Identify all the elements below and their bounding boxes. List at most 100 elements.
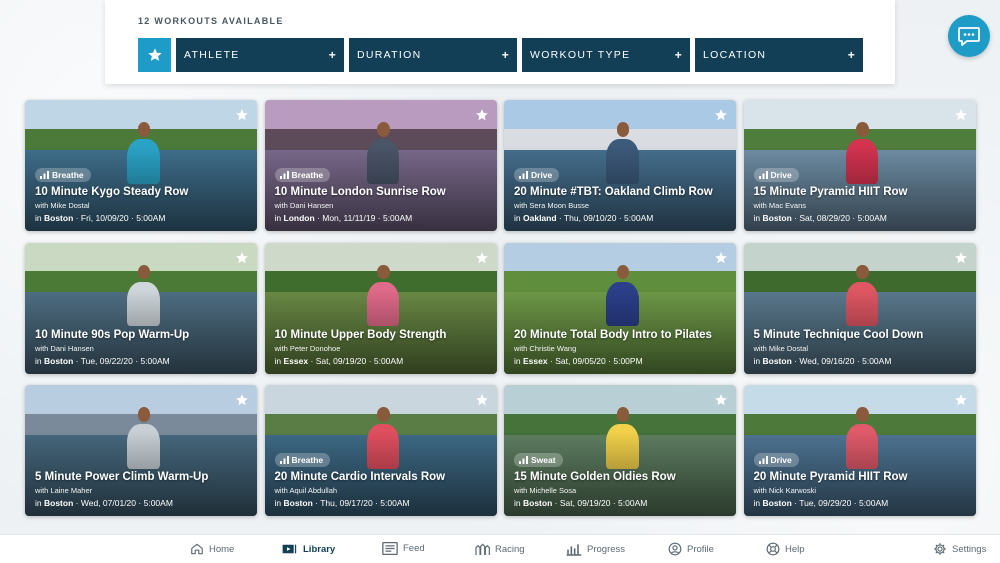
favorite-star-icon[interactable] xyxy=(475,251,489,265)
favorite-star-icon[interactable] xyxy=(714,393,728,407)
favorite-star-icon[interactable] xyxy=(714,251,728,265)
nav-help[interactable]: Help xyxy=(766,542,805,556)
favorite-star-icon[interactable] xyxy=(954,393,968,407)
nav-racing[interactable]: Racing xyxy=(474,542,525,556)
badge-label: Breathe xyxy=(52,170,84,180)
workout-type-badge: Breathe xyxy=(274,453,331,467)
workout-meta: in Boston · Wed, 09/16/20 · 5:00AM xyxy=(754,356,968,366)
workout-card[interactable]: Drive 20 Minute #TBT: Oakland Climb Row … xyxy=(504,100,736,231)
favorites-filter-button[interactable] xyxy=(138,38,171,72)
favorite-star-icon[interactable] xyxy=(954,251,968,265)
meta-separator: · xyxy=(612,498,616,508)
workout-title: 20 Minute Cardio Intervals Row xyxy=(274,471,446,483)
meta-separator: · xyxy=(75,213,79,223)
workout-meta: in Boston · Fri, 10/09/20 · 5:00AM xyxy=(35,213,249,223)
meta-prefix: in xyxy=(514,213,521,223)
workout-meta: in Essex · Sat, 09/05/20 · 5:00PM xyxy=(514,356,728,366)
badge-label: Breathe xyxy=(291,170,324,180)
favorite-star-icon[interactable] xyxy=(235,108,249,122)
favorite-star-icon[interactable] xyxy=(235,393,249,407)
workout-info: Sweat 15 Minute Golden Oldies Row with M… xyxy=(514,451,728,508)
filter-label: LOCATION xyxy=(703,49,767,61)
meta-separator: · xyxy=(75,498,79,508)
workout-card[interactable]: Drive 15 Minute Pyramid HIIT Row with Ma… xyxy=(743,100,976,231)
workout-card[interactable]: 5 Minute Technique Cool Down with Mike D… xyxy=(743,242,976,374)
filter-workout-type-button[interactable]: WORKOUT TYPE + xyxy=(522,38,690,72)
workout-card[interactable]: 20 Minute Total Body Intro to Pilates wi… xyxy=(504,242,736,374)
badge-label: Sweat xyxy=(531,455,556,465)
meta-separator: · xyxy=(794,355,797,366)
workout-date: Tue, 09/29/20 xyxy=(799,498,852,508)
workout-card[interactable]: Breathe 20 Minute Cardio Intervals Row w… xyxy=(264,385,497,516)
intensity-bars-icon xyxy=(279,456,289,464)
workout-athlete: with Aquil Abdullah xyxy=(274,486,338,495)
nav-progress[interactable]: Progress xyxy=(566,542,625,556)
nav-feed[interactable]: Feed xyxy=(382,542,425,555)
workout-title: 15 Minute Golden Oldies Row xyxy=(514,471,676,483)
workout-info: 5 Minute Power Climb Warm-Up with Laine … xyxy=(35,470,249,508)
chat-button[interactable] xyxy=(948,15,990,57)
workout-info: 20 Minute Total Body Intro to Pilates wi… xyxy=(514,328,728,366)
workout-card[interactable]: Breathe 10 Minute London Sunrise Row wit… xyxy=(264,100,497,231)
nav-settings[interactable]: Settings xyxy=(933,542,986,556)
favorite-star-icon[interactable] xyxy=(714,108,728,122)
nav-profile[interactable]: Profile xyxy=(668,542,714,556)
meta-separator: · xyxy=(135,355,139,366)
favorite-star-icon[interactable] xyxy=(954,108,968,122)
bottom-nav: Home Library Feed Racing Progress Profil… xyxy=(0,534,1000,563)
favorite-star-icon[interactable] xyxy=(235,251,249,265)
badge-label: Drive xyxy=(770,170,792,180)
plus-icon: + xyxy=(674,48,683,62)
workout-athlete: with Sera Moon Busse xyxy=(514,201,590,210)
library-icon xyxy=(282,544,297,554)
workout-type-badge: Drive xyxy=(753,453,799,467)
workouts-count: 12 WORKOUTS AVAILABLE xyxy=(138,16,284,26)
workout-type-badge: Breathe xyxy=(35,168,91,182)
workout-location: Boston xyxy=(44,498,74,508)
favorite-star-icon[interactable] xyxy=(475,108,489,122)
workout-time: 5:00AM xyxy=(373,355,404,366)
meta-separator: · xyxy=(852,213,856,223)
workout-location: Boston xyxy=(762,355,792,366)
workout-info: 10 Minute 90s Pop Warm-Up with Dani Hans… xyxy=(35,328,249,366)
workout-info: Drive 20 Minute Pyramid HIIT Row with Ni… xyxy=(753,451,968,508)
nav-label: Settings xyxy=(952,543,987,555)
workout-card[interactable]: 5 Minute Power Climb Warm-Up with Laine … xyxy=(25,385,257,516)
workout-type-badge: Drive xyxy=(753,168,799,182)
nav-home[interactable]: Home xyxy=(190,542,234,556)
meta-separator: · xyxy=(558,213,562,223)
meta-prefix: in xyxy=(514,355,521,366)
workout-athlete: with Mike Dostal xyxy=(35,201,90,210)
workout-location: London xyxy=(283,213,315,223)
workout-meta: in Boston · Wed, 07/01/20 · 5:00AM xyxy=(35,498,249,508)
workout-meta: in Boston · Tue, 09/29/20 · 5:00AM xyxy=(754,498,968,508)
filter-location-button[interactable]: LOCATION + xyxy=(695,38,863,72)
workout-info: 5 Minute Technique Cool Down with Mike D… xyxy=(754,328,968,366)
meta-separator: · xyxy=(368,355,372,366)
workout-time: 5:00AM xyxy=(136,213,166,223)
workout-card[interactable]: 10 Minute 90s Pop Warm-Up with Dani Hans… xyxy=(25,242,257,374)
workout-info: Drive 20 Minute #TBT: Oakland Climb Row … xyxy=(514,166,728,223)
meta-separator: · xyxy=(130,213,134,223)
workout-card[interactable]: Breathe 10 Minute Kygo Steady Row with M… xyxy=(25,100,257,231)
nav-label: Profile xyxy=(687,543,714,555)
workout-meta: in Oakland · Thu, 09/10/20 · 5:00AM xyxy=(514,213,728,223)
workout-card[interactable]: Sweat 15 Minute Golden Oldies Row with M… xyxy=(504,385,736,516)
meta-separator: · xyxy=(618,213,622,223)
profile-icon xyxy=(668,542,682,556)
workout-card[interactable]: 10 Minute Upper Body Strength with Peter… xyxy=(264,242,497,374)
workout-card[interactable]: Drive 20 Minute Pyramid HIIT Row with Ni… xyxy=(743,385,976,516)
nav-label: Library xyxy=(303,543,336,555)
favorite-star-icon[interactable] xyxy=(475,393,489,407)
filter-athlete-button[interactable]: ATHLETE + xyxy=(176,38,344,72)
workout-date: Tue, 09/22/20 xyxy=(80,355,133,366)
workout-meta: in Boston · Sat, 09/19/20 · 5:00AM xyxy=(514,498,728,508)
filter-row: ATHLETE + DURATION + WORKOUT TYPE + LOCA… xyxy=(138,38,863,72)
filter-duration-button[interactable]: DURATION + xyxy=(349,38,517,72)
nav-label: Help xyxy=(785,543,805,555)
intensity-bars-icon xyxy=(519,171,528,179)
workout-type-badge: Drive xyxy=(514,168,560,182)
meta-separator: · xyxy=(794,213,797,223)
meta-prefix: in xyxy=(35,213,42,223)
nav-library[interactable]: Library xyxy=(282,542,335,556)
